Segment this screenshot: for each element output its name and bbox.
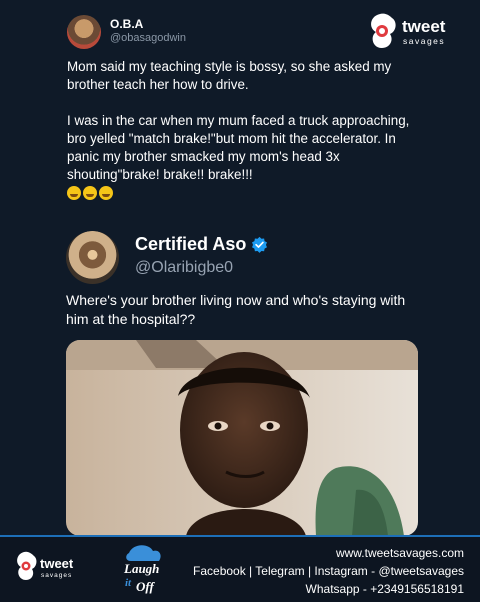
brand-tagline: savages — [403, 36, 445, 46]
avatar[interactable] — [67, 15, 101, 49]
grinning-emoji-icon — [99, 186, 113, 200]
tweet-body: Where's your brother living now and who'… — [66, 292, 406, 327]
tweet-1: O.B.A @obasagodwin tweet savages Mom sai… — [0, 0, 480, 215]
emoji-row — [67, 186, 417, 200]
tweet-paragraph-1: Mom said my teaching style is bossy, so … — [67, 59, 392, 92]
brand-name: tweet — [402, 17, 446, 36]
tweet-savages-logo: tweet savages — [371, 13, 446, 48]
footer: tweet savages Laugh it Off www.tweetsava… — [0, 535, 480, 602]
laugh-logo-line-1: Laugh — [123, 561, 159, 576]
tweet-savages-logo: tweet savages — [17, 551, 74, 580]
website-link[interactable]: www.tweetsavages.com — [336, 546, 464, 560]
grinning-emoji-icon — [83, 186, 97, 200]
tweet-paragraph-2: I was in the car when my mum faced a tru… — [67, 113, 410, 182]
brand-name: tweet — [40, 556, 74, 571]
display-name[interactable]: Certified Aso — [135, 234, 246, 255]
tweet-2: Certified Aso @Olaribigbe0 Where's your … — [0, 215, 480, 536]
whatsapp-contact[interactable]: Whatsapp - +2349156518191 — [306, 582, 464, 596]
display-name[interactable]: O.B.A — [110, 17, 143, 31]
crying-laughing-emoji-icon — [67, 186, 81, 200]
social-links[interactable]: Facebook | Telegram | Instagram - @tweet… — [193, 564, 464, 578]
user-handle[interactable]: @obasagodwin — [110, 32, 186, 44]
user-handle[interactable]: @Olaribigbe0 — [135, 259, 233, 277]
laugh-it-off-logo: Laugh it Off — [123, 545, 161, 594]
laugh-logo-line-2: it — [125, 577, 132, 589]
brand-tagline: savages — [41, 572, 72, 579]
verified-badge-icon — [252, 236, 267, 253]
tweet-body: Mom said my teaching style is bossy, so … — [67, 58, 417, 200]
tweet-photo[interactable] — [66, 340, 418, 536]
avatar[interactable] — [66, 231, 119, 284]
laugh-logo-line-3: Off — [136, 579, 155, 594]
